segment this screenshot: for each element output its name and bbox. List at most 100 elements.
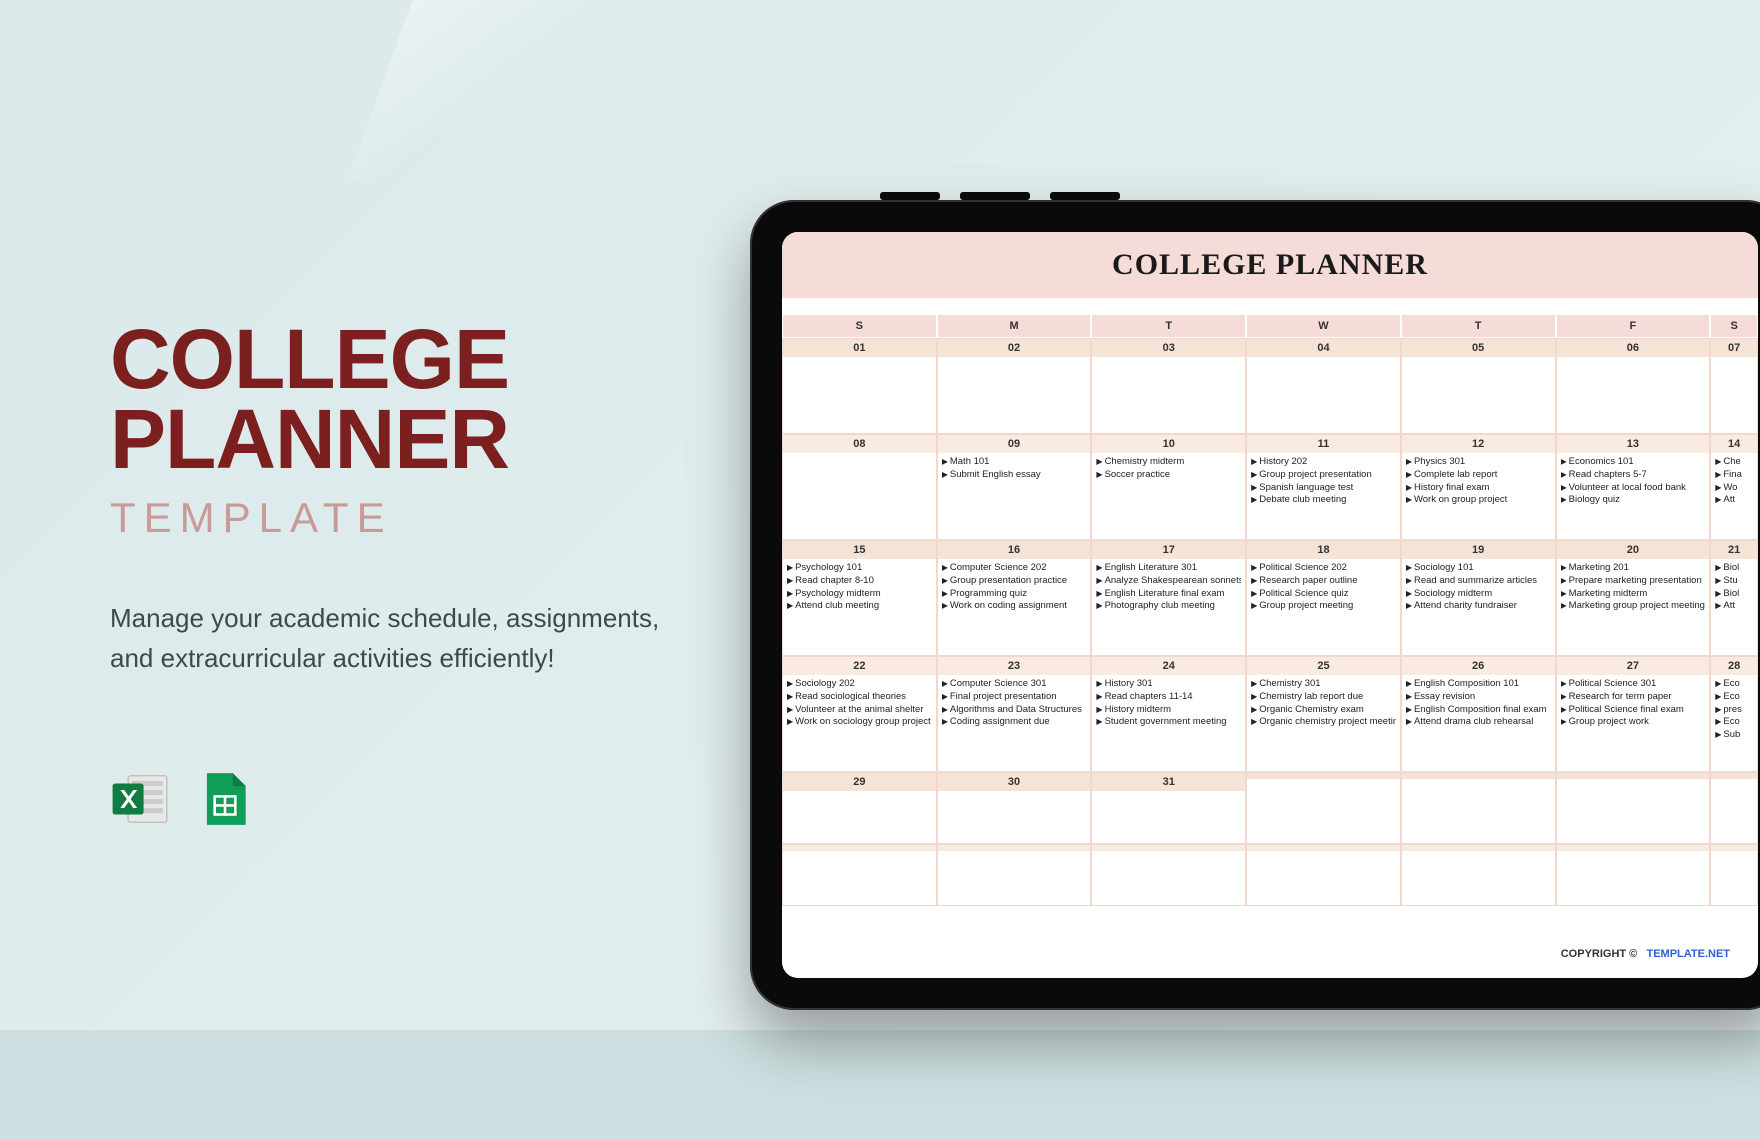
task-item: Algorithms and Data Structures <box>942 704 1087 717</box>
task-list <box>1402 851 1555 905</box>
day-header: T <box>1091 314 1246 338</box>
promo-panel: COLLEGE PLANNER TEMPLATE Manage your aca… <box>110 320 690 830</box>
calendar-cell[interactable]: 22Sociology 202Read sociological theorie… <box>782 656 937 772</box>
calendar-cell[interactable]: 07 <box>1710 338 1758 434</box>
calendar-cell[interactable]: 23Computer Science 301Final project pres… <box>937 656 1092 772</box>
day-header: S <box>782 314 937 338</box>
promo-subtitle: TEMPLATE <box>110 494 690 542</box>
date-number: 04 <box>1247 339 1400 357</box>
date-number: 27 <box>1557 657 1710 675</box>
task-item: Read and summarize articles <box>1406 575 1551 588</box>
task-item: Fina <box>1715 469 1753 482</box>
task-item: Group project work <box>1561 716 1706 729</box>
calendar-cell[interactable] <box>1246 844 1401 906</box>
calendar-cell[interactable]: 02 <box>937 338 1092 434</box>
date-number: 30 <box>938 773 1091 791</box>
promo-title-line1: COLLEGE <box>110 320 690 400</box>
calendar-cell[interactable]: 27Political Science 301Research for term… <box>1556 656 1711 772</box>
calendar-cell[interactable]: 30 <box>937 772 1092 844</box>
task-list <box>1711 779 1757 843</box>
calendar-cell[interactable] <box>1710 844 1758 906</box>
task-item: Attend charity fundraiser <box>1406 600 1551 613</box>
copyright-link[interactable]: TEMPLATE.NET <box>1646 948 1730 960</box>
calendar-cell[interactable] <box>1246 772 1401 844</box>
calendar-cell[interactable]: 13Economics 101Read chapters 5-7Voluntee… <box>1556 434 1711 540</box>
date-number: 18 <box>1247 541 1400 559</box>
task-list: Economics 101Read chapters 5-7Volunteer … <box>1557 453 1710 539</box>
task-item: Group project meeting <box>1251 600 1396 613</box>
calendar-cell[interactable]: 06 <box>1556 338 1711 434</box>
calendar-cell[interactable]: 14CheFinaWoAtt <box>1710 434 1758 540</box>
date-number: 08 <box>783 435 936 453</box>
task-item: Coding assignment due <box>942 716 1087 729</box>
date-number: 02 <box>938 339 1091 357</box>
calendar-cell[interactable]: 09Math 101Submit English essay <box>937 434 1092 540</box>
task-item: Wo <box>1715 482 1753 495</box>
calendar-cell[interactable]: 24History 301Read chapters 11-14History … <box>1091 656 1246 772</box>
calendar-cell[interactable]: 10Chemistry midtermSoccer practice <box>1091 434 1246 540</box>
task-item: Psychology 101 <box>787 562 932 575</box>
task-item: Work on sociology group project <box>787 716 932 729</box>
task-item: Att <box>1715 600 1753 613</box>
calendar-cell[interactable]: 03 <box>1091 338 1246 434</box>
calendar-cell[interactable]: 16Computer Science 202Group presentation… <box>937 540 1092 656</box>
task-list <box>1711 851 1757 905</box>
calendar-cell[interactable]: 15Psychology 101Read chapter 8-10Psychol… <box>782 540 937 656</box>
calendar-cell[interactable]: 29 <box>782 772 937 844</box>
calendar-cell[interactable]: 31 <box>1091 772 1246 844</box>
calendar-cell[interactable]: 18Political Science 202Research paper ou… <box>1246 540 1401 656</box>
date-number: 28 <box>1711 657 1757 675</box>
background-bottom <box>0 1030 1760 1140</box>
date-number: 07 <box>1711 339 1757 357</box>
task-list: CheFinaWoAtt <box>1711 453 1757 539</box>
calendar-cell[interactable]: 25Chemistry 301Chemistry lab report dueO… <box>1246 656 1401 772</box>
date-number: 05 <box>1402 339 1555 357</box>
day-header: S <box>1710 314 1758 338</box>
task-list <box>1247 357 1400 433</box>
calendar-cell[interactable]: 11History 202Group project presentationS… <box>1246 434 1401 540</box>
calendar-cell[interactable]: 19Sociology 101Read and summarize articl… <box>1401 540 1556 656</box>
task-item: English Literature 301 <box>1096 562 1241 575</box>
task-list: English Literature 301Analyze Shakespear… <box>1092 559 1245 655</box>
task-item: Submit English essay <box>942 469 1087 482</box>
task-item: English Composition final exam <box>1406 704 1551 717</box>
calendar-cell[interactable]: 26English Composition 101Essay revisionE… <box>1401 656 1556 772</box>
task-item: Final project presentation <box>942 691 1087 704</box>
task-list: Math 101Submit English essay <box>938 453 1091 539</box>
calendar-cell[interactable]: 12Physics 301Complete lab reportHistory … <box>1401 434 1556 540</box>
date-number: 25 <box>1247 657 1400 675</box>
task-item: Sociology 101 <box>1406 562 1551 575</box>
day-header-row: S M T W T F S <box>782 314 1758 338</box>
task-item: Attend club meeting <box>787 600 932 613</box>
task-item: Research paper outline <box>1251 575 1396 588</box>
calendar-cell[interactable] <box>1556 844 1711 906</box>
calendar-cell[interactable] <box>1710 772 1758 844</box>
calendar-cell[interactable]: 28EcoEcopresEcoSub <box>1710 656 1758 772</box>
task-item: Biol <box>1715 562 1753 575</box>
calendar-cell[interactable]: 21BiolStuBiolAtt <box>1710 540 1758 656</box>
calendar-cell[interactable]: 08 <box>782 434 937 540</box>
calendar-cell[interactable] <box>1556 772 1711 844</box>
calendar-cell[interactable]: 20Marketing 201Prepare marketing present… <box>1556 540 1711 656</box>
task-list: Marketing 201Prepare marketing presentat… <box>1557 559 1710 655</box>
task-list: Political Science 301Research for term p… <box>1557 675 1710 771</box>
calendar-cell[interactable] <box>782 844 937 906</box>
calendar-cell[interactable]: 01 <box>782 338 937 434</box>
task-item: pres <box>1715 704 1753 717</box>
task-item: Sociology 202 <box>787 678 932 691</box>
task-item: Biol <box>1715 588 1753 601</box>
task-item: Math 101 <box>942 456 1087 469</box>
task-item: Student government meeting <box>1096 716 1241 729</box>
task-item: Marketing 201 <box>1561 562 1706 575</box>
calendar-cell[interactable]: 05 <box>1401 338 1556 434</box>
task-list: BiolStuBiolAtt <box>1711 559 1757 655</box>
task-list <box>1557 779 1710 843</box>
calendar-cell[interactable] <box>1091 844 1246 906</box>
task-list <box>783 357 936 433</box>
calendar-cell[interactable]: 17English Literature 301Analyze Shakespe… <box>1091 540 1246 656</box>
calendar-cell[interactable] <box>1401 844 1556 906</box>
calendar-cell[interactable] <box>1401 772 1556 844</box>
date-number: 10 <box>1092 435 1245 453</box>
calendar-cell[interactable] <box>937 844 1092 906</box>
calendar-cell[interactable]: 04 <box>1246 338 1401 434</box>
